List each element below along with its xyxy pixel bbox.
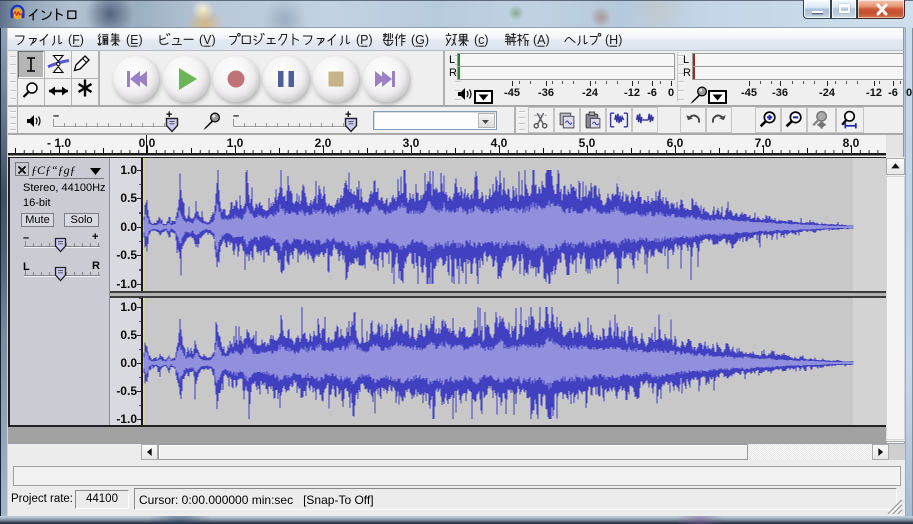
svg-text:7.0: 7.0 (755, 136, 772, 150)
svg-text:2.0: 2.0 (315, 136, 332, 150)
svg-text:(P): (P) (356, 33, 373, 47)
svg-text:5.0: 5.0 (579, 136, 596, 150)
svg-text:(c): (c) (474, 33, 489, 47)
svg-text:1.0: 1.0 (227, 136, 244, 150)
svg-text:(E): (E) (126, 33, 143, 47)
svg-text:(V): (V) (199, 33, 216, 47)
svg-text:(H): (H) (605, 33, 622, 47)
svg-text:8.0: 8.0 (843, 136, 860, 150)
svg-text:4.0: 4.0 (491, 136, 508, 150)
svg-text:0.0: 0.0 (139, 136, 156, 150)
svg-text:(A): (A) (533, 33, 550, 47)
svg-text:(G): (G) (411, 33, 429, 47)
svg-text:(F): (F) (68, 33, 84, 47)
svg-text:3.0: 3.0 (403, 136, 420, 150)
svg-text:- 1.0: - 1.0 (47, 136, 71, 150)
svg-text:6.0: 6.0 (667, 136, 684, 150)
